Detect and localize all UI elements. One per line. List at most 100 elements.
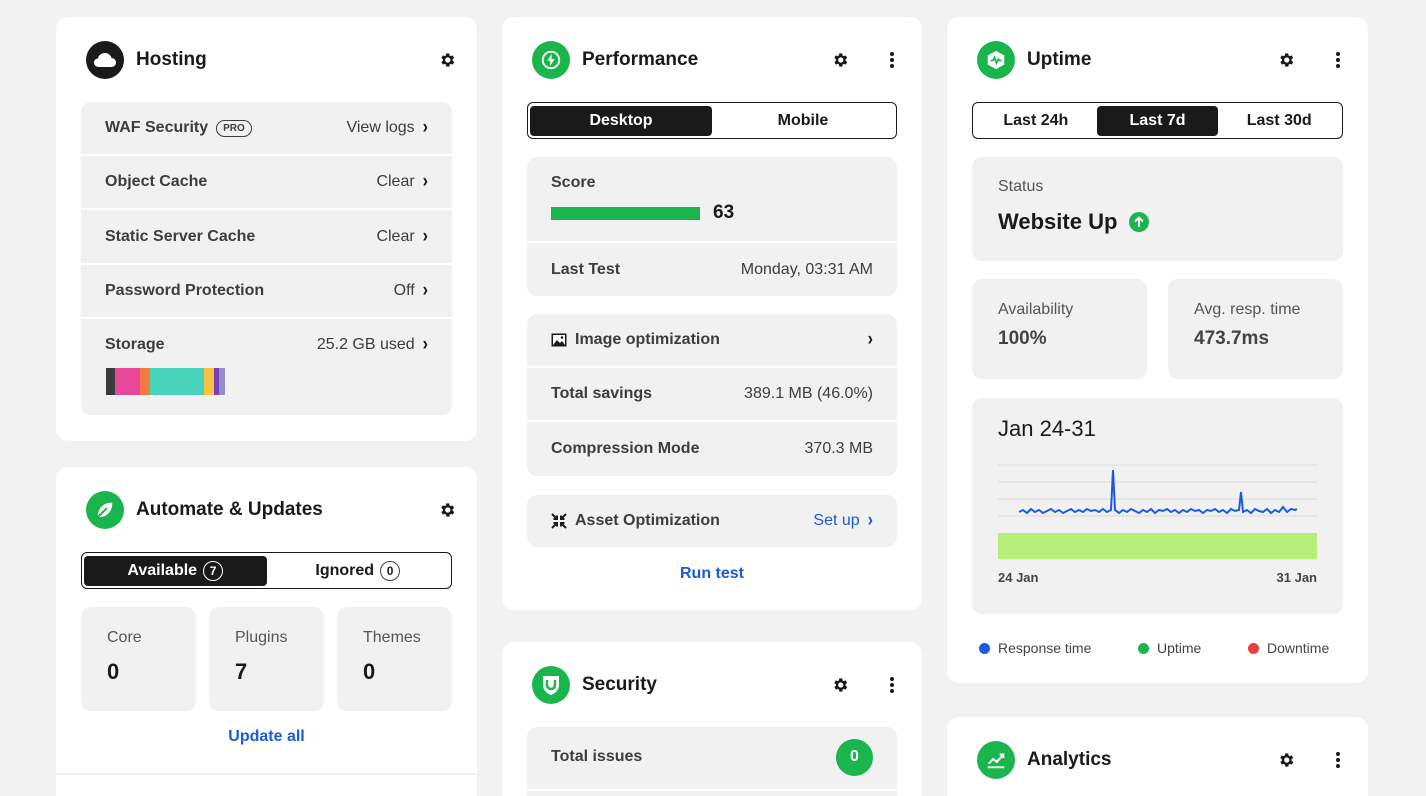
legend-dot-red: [1248, 642, 1259, 654]
image-optimization-row[interactable]: Image optimization ›: [527, 314, 897, 366]
storage-row[interactable]: Storage 25.2 GB used ›: [81, 319, 452, 371]
last-test-row: Last Test Monday, 03:31 AM: [527, 243, 897, 296]
security-issues-panel: Total issues 0: [527, 727, 897, 796]
analytics-settings-gear-icon[interactable]: [1276, 750, 1296, 770]
legend-dot-blue: [979, 642, 990, 654]
hosting-settings-gear-icon[interactable]: [437, 50, 457, 70]
password-protection-label: Password Protection: [105, 282, 265, 299]
storage-bar: [106, 368, 225, 395]
tab-desktop[interactable]: Desktop: [530, 105, 712, 136]
uptime-chart: [998, 464, 1317, 559]
compression-mode-label: Compression Mode: [551, 440, 700, 457]
plugins-value: 7: [235, 659, 248, 684]
last-test-label: Last Test: [551, 260, 621, 278]
asset-optimization-row[interactable]: Asset Optimization Set up ›: [527, 495, 897, 547]
tab-available-label: Available: [127, 561, 198, 579]
performance-card: Performance Desktop Mobile Score 63 Last…: [502, 17, 922, 610]
tab-mobile[interactable]: Mobile: [712, 106, 894, 136]
chevron-right-icon: ›: [422, 225, 428, 247]
image-optimization-label: Image optimization: [575, 331, 720, 348]
legend-dot-green: [1138, 642, 1149, 654]
view-logs-link[interactable]: View logs: [346, 119, 414, 137]
static-cache-clear[interactable]: Clear: [376, 228, 414, 246]
automate-divider: [56, 773, 477, 775]
tab-last-30d[interactable]: Last 30d: [1218, 106, 1340, 136]
plugins-stat: Plugins 7: [209, 607, 324, 711]
themes-value: 0: [363, 659, 376, 684]
uptime-more-kebab-icon[interactable]: [1328, 50, 1348, 70]
cloud-icon: [86, 41, 124, 79]
storage-segment: [106, 368, 115, 395]
tab-available[interactable]: Available 7: [84, 555, 267, 586]
asset-setup-link[interactable]: Set up: [813, 512, 859, 530]
response-time-label: Avg. resp. time: [1194, 301, 1301, 318]
password-protection-row[interactable]: Password Protection Off ›: [81, 265, 452, 317]
legend-uptime: Uptime: [1138, 640, 1201, 656]
static-cache-row[interactable]: Static Server Cache Clear ›: [81, 210, 452, 263]
tab-last-24h[interactable]: Last 24h: [975, 106, 1097, 136]
hosting-card: Hosting WAF Security PRO View logs › Objec…: [56, 17, 477, 441]
object-cache-clear[interactable]: Clear: [376, 173, 414, 191]
legend-response-time: Response time: [979, 640, 1091, 656]
tab-ignored[interactable]: Ignored 0: [267, 556, 450, 586]
heartbeat-monitor-icon: [977, 41, 1015, 79]
storage-segment: [204, 368, 214, 395]
security-card: Security Total issues 0: [502, 642, 922, 796]
response-time-line: [1018, 469, 1298, 515]
storage-segment: [115, 368, 140, 395]
chart-title: Jan 24-31: [998, 416, 1096, 441]
automate-header: Automate & Updates: [86, 490, 477, 530]
password-protection-value: Off: [393, 282, 415, 299]
analytics-header: Analytics: [977, 740, 1368, 780]
storage-used: 25.2 GB used: [316, 336, 415, 353]
object-cache-row[interactable]: Object Cache Clear ›: [81, 156, 452, 208]
automate-card: Automate & Updates Available 7 Ignored 0…: [56, 467, 477, 796]
legend-downtime: Downtime: [1248, 640, 1329, 656]
legend-downtime-label: Downtime: [1267, 640, 1330, 656]
score-label: Score: [551, 174, 596, 191]
response-time-value: 473.7ms: [1194, 328, 1270, 349]
total-issues-label: Total issues: [551, 748, 643, 765]
storage-segment: [219, 368, 225, 395]
object-cache-label: Object Cache: [105, 173, 208, 190]
legend-response-time-label: Response time: [998, 640, 1092, 656]
automate-settings-gear-icon[interactable]: [437, 500, 457, 520]
total-issues-row[interactable]: Total issues 0: [527, 727, 897, 787]
update-all-link[interactable]: Update all: [56, 728, 477, 746]
image-optimization-panel: Image optimization › Total savings 389.1…: [527, 314, 897, 476]
legend-uptime-label: Uptime: [1157, 640, 1202, 656]
score-value: 63: [713, 202, 735, 223]
hosting-panel: WAF Security PRO View logs › Object Cache …: [81, 102, 452, 415]
ignored-count-badge: 0: [380, 560, 401, 581]
status-panel: Status Website Up: [972, 157, 1343, 261]
automate-leaf-icon: [86, 491, 124, 529]
tab-last-7d[interactable]: Last 7d: [1096, 105, 1219, 136]
uptime-settings-gear-icon[interactable]: [1276, 50, 1296, 70]
uptime-range-tabs: Last 24h Last 7d Last 30d: [972, 102, 1343, 139]
compression-mode-row: Compression Mode 370.3 MB: [527, 422, 897, 476]
uptime-title: Uptime: [1027, 49, 1092, 70]
security-more-kebab-icon[interactable]: [882, 675, 902, 695]
automate-title: Automate & Updates: [136, 499, 323, 520]
chevron-right-icon: ›: [422, 334, 428, 355]
status-value: Website Up: [998, 209, 1118, 234]
themes-stat: Themes 0: [337, 607, 452, 711]
hosting-title: Hosting: [136, 49, 207, 70]
analytics-more-kebab-icon[interactable]: [1328, 750, 1348, 770]
shield-icon: [532, 666, 570, 704]
total-savings-label: Total savings: [551, 385, 653, 402]
response-time-panel: Avg. resp. time 473.7ms: [1168, 279, 1343, 379]
security-settings-gear-icon[interactable]: [830, 675, 850, 695]
performance-more-kebab-icon[interactable]: [882, 50, 902, 70]
core-label: Core: [107, 629, 142, 646]
tab-ignored-label: Ignored: [315, 561, 375, 579]
performance-title: Performance: [582, 49, 699, 70]
asset-optimization-panel[interactable]: Asset Optimization Set up ›: [527, 495, 897, 547]
uptime-card: Uptime Last 24h Last 7d Last 30d Status …: [947, 17, 1368, 683]
security-header: Security: [532, 665, 922, 705]
trend-chart-icon: [977, 741, 1015, 779]
available-count-badge: 7: [203, 560, 224, 581]
run-test-link[interactable]: Run test: [502, 565, 922, 583]
waf-security-row[interactable]: WAF Security PRO View logs ›: [81, 102, 452, 154]
performance-settings-gear-icon[interactable]: [830, 50, 850, 70]
